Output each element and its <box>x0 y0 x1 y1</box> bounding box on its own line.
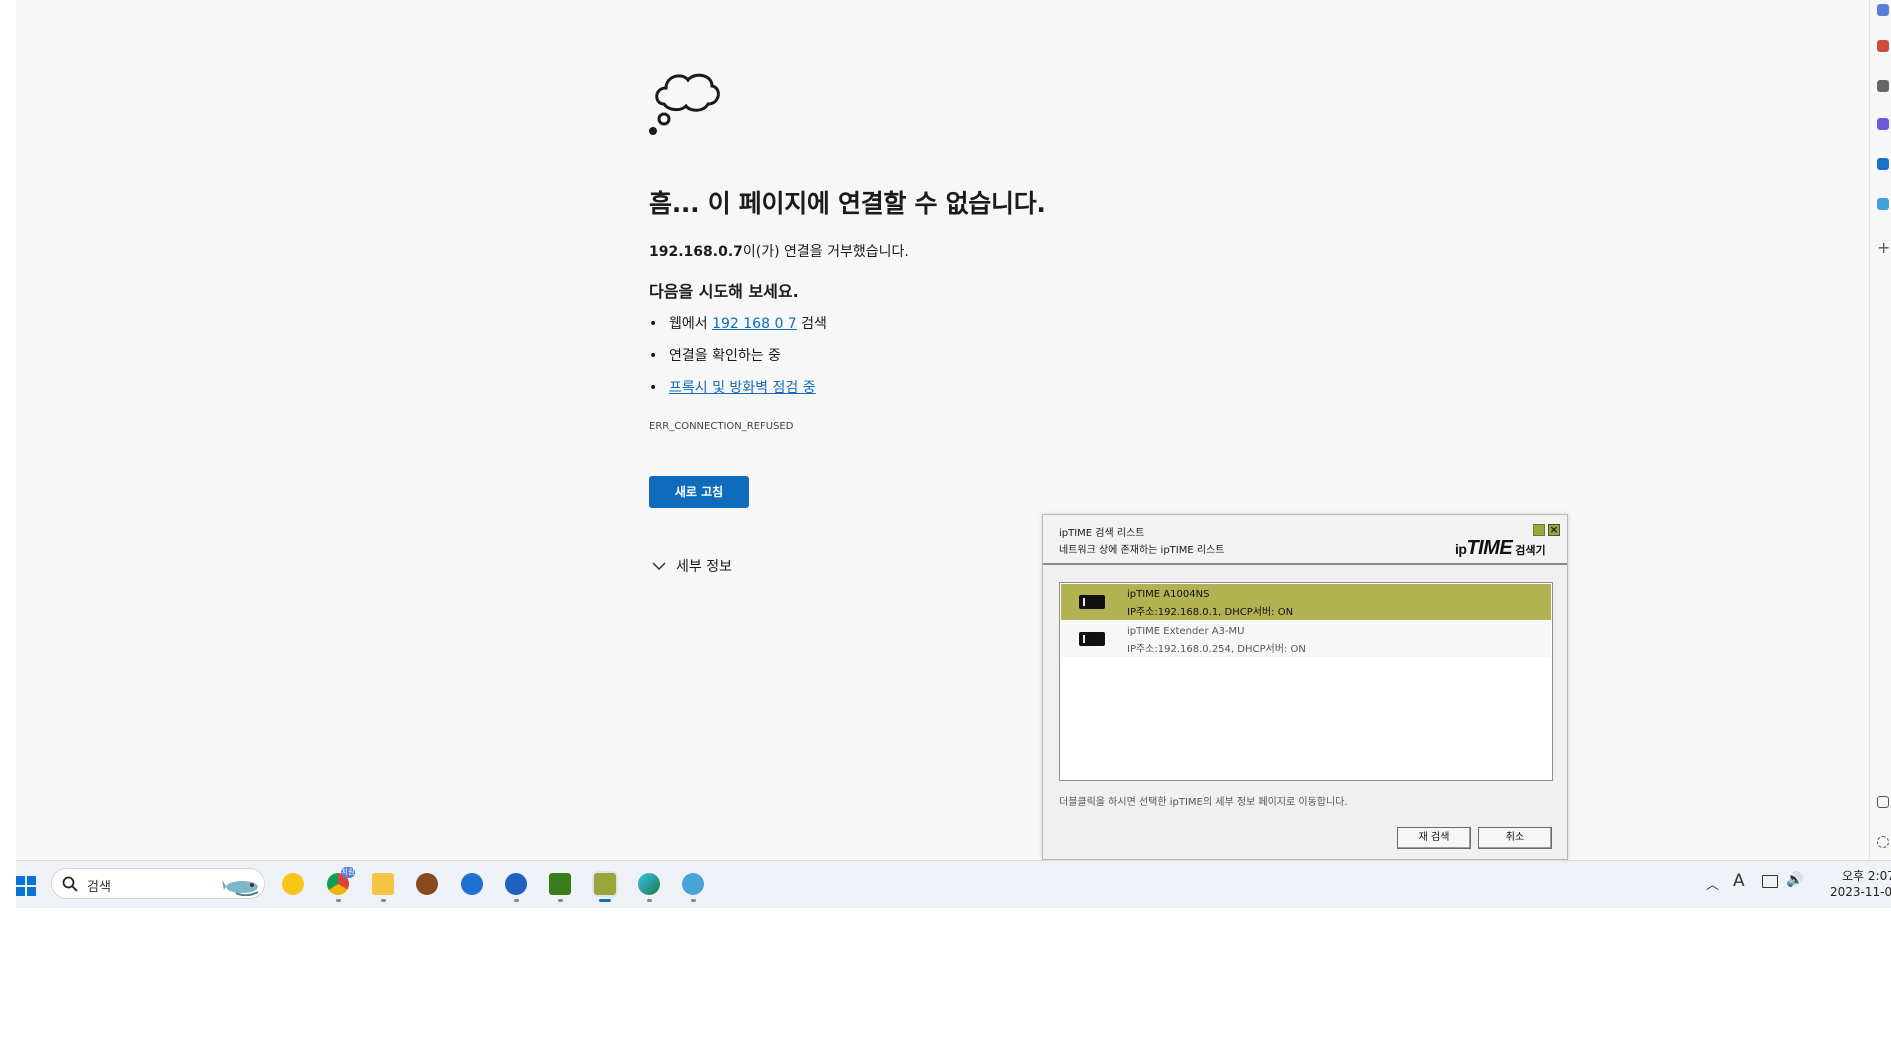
bing-icon <box>461 873 483 895</box>
browser-page: 흠... 이 페이지에 연결할 수 없습니다. 192.168.0.7이(가) … <box>16 0 1869 860</box>
copilot-icon <box>505 873 527 895</box>
router-icon <box>1079 595 1105 609</box>
close-button[interactable]: × <box>1548 524 1560 536</box>
taskbar-copilot[interactable] <box>503 871 529 902</box>
search-icon <box>62 876 78 892</box>
iptime-search-dialog: ipTIME 검색 리스트 네트워크 상에 존재하는 ipTIME 리스트 × … <box>1042 514 1568 860</box>
shopping-icon[interactable] <box>1877 40 1889 52</box>
try-heading: 다음을 시도해 보세요. <box>649 282 799 301</box>
dialog-header: ipTIME 검색 리스트 네트워크 상에 존재하는 ipTIME 리스트 × … <box>1043 515 1567 565</box>
taskbar-browser-globe[interactable] <box>680 871 706 902</box>
suggestion-search-web: • 웹에서 192 168 0 7 검색 <box>649 316 827 332</box>
taskbar-edge[interactable] <box>636 871 662 902</box>
refresh-button[interactable]: 새로 고침 <box>649 476 749 508</box>
close-icon: × <box>1549 523 1559 536</box>
dialog-title: ipTIME 검색 리스트 <box>1059 528 1145 539</box>
start-button[interactable] <box>16 876 36 896</box>
outlook-icon[interactable] <box>1877 158 1889 170</box>
network-icon[interactable] <box>1762 875 1778 888</box>
device-name: ipTIME A1004NS <box>1127 589 1210 600</box>
clock-time[interactable]: 오후 2:07 <box>1842 867 1891 884</box>
device-info: IP주소:192.168.0.1, DHCP서버: ON <box>1127 607 1294 618</box>
taskbar-bug-app[interactable] <box>414 871 440 897</box>
sidebar-app-icon[interactable] <box>1877 4 1889 16</box>
folder-icon <box>372 873 394 895</box>
taskbar-download-manager[interactable] <box>547 871 573 902</box>
search-web-link[interactable]: 192 168 0 7 <box>712 316 797 332</box>
device-row-extender-a3-mu[interactable]: ipTIME Extender A3-MU IP주소:192.168.0.254… <box>1061 621 1551 657</box>
taskbar-file-explorer[interactable] <box>370 871 396 902</box>
cancel-button[interactable]: 취소 <box>1478 827 1552 849</box>
taskbar-iptime[interactable] <box>592 871 618 902</box>
edge-icon <box>638 873 660 895</box>
send-icon[interactable] <box>1877 198 1889 210</box>
volume-icon[interactable]: 🔊 <box>1786 872 1803 888</box>
globe-icon <box>682 873 704 895</box>
details-toggle[interactable]: 세부 정보 <box>652 556 732 576</box>
logo-time: TIME <box>1466 537 1513 559</box>
taskbar-chrome[interactable]: 지원 <box>325 867 355 902</box>
search-placeholder: 검색 <box>87 880 111 895</box>
proxy-firewall-link[interactable]: 프록시 및 방화벽 점검 중 <box>669 380 816 396</box>
browser-sidebar: + <box>1869 0 1891 860</box>
copilot-icon[interactable] <box>1877 118 1889 130</box>
suggestion-proxy-firewall: • 프록시 및 방화벽 점검 중 <box>649 380 816 396</box>
device-name: ipTIME Extender A3-MU <box>1127 626 1245 637</box>
profile-icon[interactable] <box>1877 80 1889 92</box>
logo-ip: ip <box>1455 541 1467 557</box>
iptime-icon <box>594 873 616 895</box>
error-code: ERR_CONNECTION_REFUSED <box>649 421 794 432</box>
dialog-subtitle: 네트워크 상에 존재하는 ipTIME 리스트 <box>1059 545 1225 556</box>
error-description: 192.168.0.7이(가) 연결을 거부했습니다. <box>649 241 909 261</box>
bug-icon <box>416 873 438 895</box>
logo-tag: 검색기 <box>1515 544 1546 557</box>
error-description-text: 이(가) 연결을 거부했습니다. <box>742 244 909 260</box>
tray-overflow-chevron-icon[interactable]: ︿ <box>1706 874 1719 893</box>
layout-icon[interactable] <box>1877 796 1889 808</box>
device-row-a1004ns[interactable]: ipTIME A1004NS IP주소:192.168.0.1, DHCP서버:… <box>1061 584 1551 620</box>
taskbar-bing[interactable] <box>459 871 485 897</box>
download-icon <box>549 873 571 895</box>
clock-date[interactable]: 2023-11-03 <box>1830 885 1891 899</box>
chevron-down-icon <box>652 562 666 571</box>
error-title: 흠... 이 페이지에 연결할 수 없습니다. <box>649 189 1046 218</box>
error-host: 192.168.0.7 <box>649 244 743 260</box>
taskbar: 검색 지원 ︿ A 🔊 오후 2:07 2023-11-0 <box>16 860 1891 908</box>
search-highlight-icon <box>222 880 259 896</box>
device-info: IP주소:192.168.0.254, DHCP서버: ON <box>1127 644 1306 655</box>
add-icon[interactable]: + <box>1877 240 1890 256</box>
iptime-logo: ipTIME 검색기 <box>1455 537 1546 560</box>
device-list: ipTIME A1004NS IP주소:192.168.0.1, DHCP서버:… <box>1059 582 1553 781</box>
thought-cloud-icon <box>649 73 720 135</box>
taskbar-media-player[interactable] <box>280 871 306 897</box>
taskbar-search-box[interactable]: 검색 <box>51 868 265 899</box>
notification-badge: 지원 <box>341 867 355 878</box>
play-icon <box>282 873 304 895</box>
rescan-button[interactable]: 재 검색 <box>1397 827 1471 849</box>
minimize-button[interactable] <box>1533 524 1545 536</box>
ime-indicator-icon[interactable]: A <box>1733 871 1745 891</box>
router-icon <box>1079 632 1105 646</box>
details-label: 세부 정보 <box>676 559 732 575</box>
dialog-hint: 더블클릭을 하시면 선택한 ipTIME의 세부 정보 페이지로 이동합니다. <box>1059 797 1348 808</box>
suggestion-check-connection: • 연결을 확인하는 중 <box>649 348 781 364</box>
gear-icon[interactable] <box>1877 836 1889 848</box>
